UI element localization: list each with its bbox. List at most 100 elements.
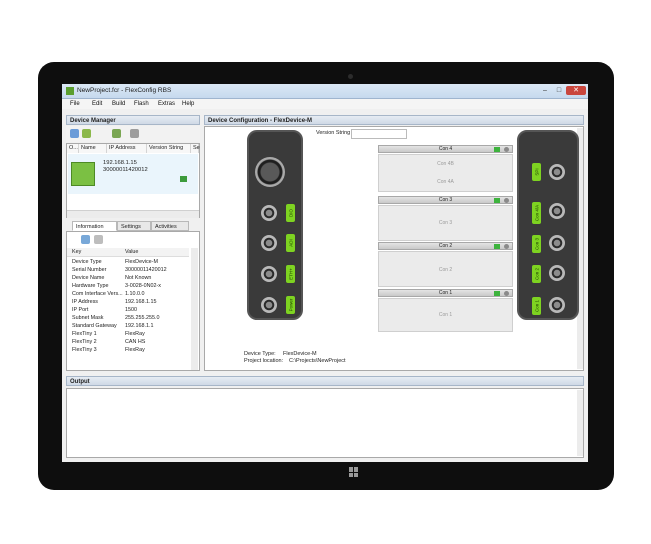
label-spi[interactable]: SPI <box>532 163 541 181</box>
sub-connector: Con 1 <box>438 312 453 318</box>
device-list: O... Name IP Address Version String Se 1… <box>66 143 200 218</box>
menu-flash[interactable]: Flash <box>134 101 149 107</box>
connector-body-con2[interactable]: Con 2 <box>378 251 513 287</box>
connector-header-con4[interactable]: Con 4 <box>378 145 513 153</box>
label-adi[interactable]: ADI <box>286 234 295 252</box>
label-con3[interactable]: Con 3 <box>532 235 541 253</box>
connector-header-con3[interactable]: Con 3 <box>378 196 513 204</box>
port-dio <box>261 205 277 221</box>
vertical-scrollbar[interactable] <box>577 390 583 456</box>
tab-strip: Information Settings Activities <box>66 221 200 231</box>
device-serial: 30000011420012 <box>103 167 148 173</box>
table-row: FlexTiny 1 FlexRay <box>72 331 145 337</box>
port-spi <box>549 164 565 180</box>
gear-icon <box>504 291 509 296</box>
menu-help[interactable]: Help <box>182 101 194 107</box>
device-settings-icon[interactable] <box>130 129 139 138</box>
menu-bar: File Edit Build Flash Extras Help <box>62 99 588 109</box>
connector-header-con2[interactable]: Con 2 <box>378 242 513 250</box>
table-row: Hardware Type 3-0028-0N02-x <box>72 283 161 289</box>
windows-logo-icon[interactable] <box>349 467 359 477</box>
label-con2[interactable]: Con 2 <box>532 265 541 283</box>
table-row: IP Address 192.168.1.15 <box>72 299 157 305</box>
table-row: Serial Number 30000011420012 <box>72 267 167 273</box>
connector-header-con1[interactable]: Con 1 <box>378 289 513 297</box>
vertical-scrollbar[interactable] <box>191 248 198 370</box>
label-con1[interactable]: Con 1 <box>532 297 541 315</box>
tab-settings[interactable]: Settings <box>117 221 151 231</box>
label-power[interactable]: Power <box>286 296 295 314</box>
port-eth <box>261 266 277 282</box>
sub-connector: Con 2 <box>438 267 453 273</box>
connector-body-con4[interactable]: Con 4B Con 4A <box>378 154 513 192</box>
version-string-label: Version String <box>316 130 351 136</box>
project-location-label: Project location: <box>244 358 284 364</box>
flag-icon <box>180 176 187 182</box>
output-console[interactable] <box>66 388 584 458</box>
label-dio[interactable]: DIO <box>286 204 295 222</box>
device-type-value: FlexDevice-M <box>283 351 317 357</box>
connector-body-con3[interactable]: Con 3 <box>378 205 513 241</box>
window-title: NewProject.fcr - FlexConfig RBS <box>77 87 172 94</box>
device-list-item[interactable]: 192.168.1.15 30000011420012 <box>68 154 198 194</box>
table-row: FlexTiny 2 CAN HS <box>72 339 146 345</box>
table-row: Com Interface Vers... 1.10.0.0 <box>72 291 145 297</box>
table-row: Device Name Not Known <box>72 275 152 281</box>
horizontal-scrollbar[interactable] <box>67 210 199 218</box>
label-eth[interactable]: ETH+ <box>286 265 295 283</box>
version-string-input[interactable] <box>351 129 407 139</box>
output-header: Output <box>66 376 584 386</box>
device-manager-header: Device Manager <box>66 115 200 125</box>
app-window: NewProject.fcr - FlexConfig RBS – □ ✕ Fi… <box>62 84 588 462</box>
column-header[interactable]: Version String <box>147 144 191 153</box>
device-type-label: Device Type: <box>244 351 276 357</box>
port-power <box>261 297 277 313</box>
play-icon <box>494 147 500 152</box>
menu-extras[interactable]: Extras <box>158 101 175 107</box>
project-location-value: C:\Projects\NewProject <box>289 358 346 364</box>
app-icon <box>66 87 74 95</box>
tab-information[interactable]: Information <box>72 221 117 231</box>
refresh-icon[interactable] <box>81 235 90 244</box>
gear-icon <box>504 198 509 203</box>
device-ip: 192.168.1.15 <box>103 160 137 166</box>
table-row: Device Type FlexDevice-M <box>72 259 158 265</box>
column-header[interactable]: Se <box>191 144 200 153</box>
copy-icon[interactable] <box>94 235 103 244</box>
column-header[interactable]: Name <box>79 144 107 153</box>
table-row: IP Port 1500 <box>72 307 137 313</box>
play-icon <box>494 291 500 296</box>
sub-connector: Con 4B <box>437 161 454 167</box>
port-con2 <box>549 265 565 281</box>
main-connector <box>255 157 285 187</box>
close-button[interactable]: ✕ <box>566 86 586 95</box>
menu-file[interactable]: File <box>70 101 80 107</box>
gear-icon <box>504 147 509 152</box>
tab-activities[interactable]: Activities <box>151 221 189 231</box>
device-tool-icon[interactable] <box>112 129 121 138</box>
column-header[interactable]: IP Address <box>107 144 147 153</box>
menu-build[interactable]: Build <box>112 101 125 107</box>
device-manager-toolbar <box>66 126 200 142</box>
information-panel: Key Value Device Type FlexDevice-M Serial … <box>66 231 200 371</box>
table-row: Subnet Mask 255.255.255.0 <box>72 315 160 321</box>
minimize-button[interactable]: – <box>538 86 552 95</box>
sub-connector: Con 3 <box>438 220 453 226</box>
maximize-button[interactable]: □ <box>552 86 566 95</box>
table-row: FlexTiny 3 FlexRay <box>72 347 145 353</box>
menu-edit[interactable]: Edit <box>92 101 102 107</box>
port-adi <box>261 235 277 251</box>
play-icon <box>494 198 500 203</box>
connect-icon[interactable] <box>70 129 79 138</box>
gear-icon <box>504 244 509 249</box>
port-con4a <box>549 203 565 219</box>
device-right-panel <box>517 130 579 320</box>
title-bar: NewProject.fcr - FlexConfig RBS – □ ✕ <box>62 84 588 99</box>
connector-body-con1[interactable]: Con 1 <box>378 298 513 332</box>
label-con4a[interactable]: Con 4/A <box>532 202 541 224</box>
scan-icon[interactable] <box>82 129 91 138</box>
column-header[interactable]: O... <box>67 144 79 153</box>
port-con1 <box>549 297 565 313</box>
play-icon <box>494 244 500 249</box>
port-con3 <box>549 235 565 251</box>
